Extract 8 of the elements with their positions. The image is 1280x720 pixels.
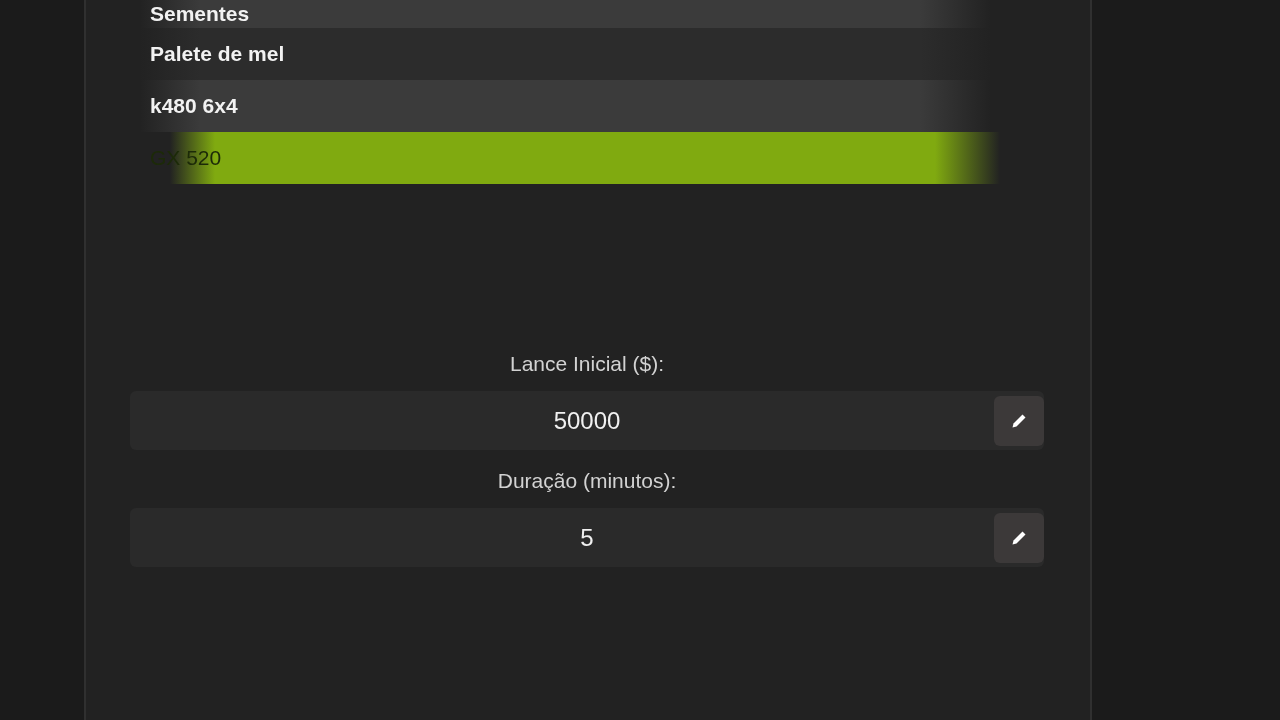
input-field[interactable]: 5 (130, 508, 1044, 567)
field-label: Duração (minutos): (497, 468, 677, 494)
field-label: Lance Inicial ($): (509, 351, 665, 377)
edit-button[interactable] (994, 513, 1044, 563)
input-field[interactable]: 50000 (130, 391, 1044, 450)
edit-button[interactable] (994, 396, 1044, 446)
pencil-icon (1011, 413, 1027, 429)
pencil-icon (1011, 530, 1027, 546)
